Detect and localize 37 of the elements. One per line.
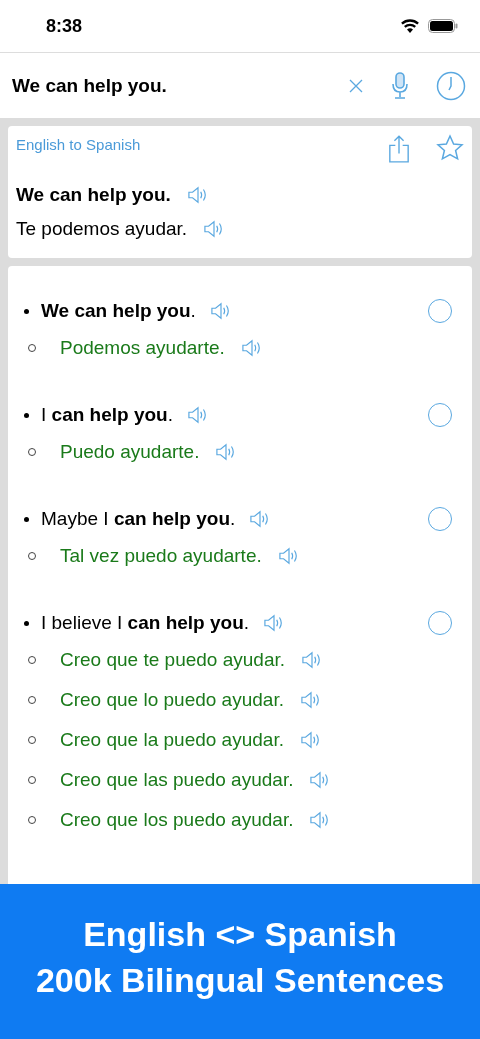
wifi-icon [400, 19, 420, 33]
spanish-sentence: Podemos ayudarte. [60, 337, 225, 359]
spanish-sentence: Tal vez puedo ayudarte. [60, 545, 262, 567]
speaker-icon[interactable] [187, 405, 209, 425]
bullet-icon [24, 516, 29, 522]
direction-label: English to Spanish [16, 136, 142, 153]
battery-icon [428, 19, 458, 33]
microphone-icon[interactable] [390, 70, 410, 101]
bullet-icon [24, 620, 29, 626]
spanish-sentence: Puedo ayudarte. [60, 441, 200, 463]
example-sentence: I believe I can help you. [41, 612, 250, 634]
example-sentence: We can help you. [41, 300, 196, 322]
bullet-icon [24, 308, 29, 314]
spanish-sentence: Creo que las puedo ayudar. [60, 769, 294, 791]
speaker-icon[interactable] [301, 650, 323, 670]
star-icon[interactable] [436, 134, 464, 162]
speaker-icon[interactable] [277, 546, 300, 566]
banner-text: 200k Bilingual Sentences [35, 959, 445, 1001]
clock-icon[interactable] [436, 70, 466, 101]
speaker-icon[interactable] [186, 185, 209, 205]
spanish-sentence: Creo que lo puedo ayudar. [60, 689, 284, 711]
spanish-sentence: Creo que te puedo ayudar. [60, 649, 285, 671]
example-sentence: I can help you. [41, 404, 173, 426]
share-icon[interactable] [388, 134, 410, 164]
source-sentence: We can help you. [16, 184, 171, 206]
speaker-icon[interactable] [209, 301, 232, 321]
close-icon[interactable] [348, 77, 364, 94]
speaker-icon[interactable] [299, 730, 322, 750]
status-time: 8:38 [46, 15, 84, 37]
speaker-icon[interactable] [299, 690, 322, 710]
spanish-sentence: Creo que los puedo ayudar. [60, 809, 294, 831]
speaker-icon[interactable] [240, 338, 263, 358]
example-sentence: Maybe I can help you. [41, 508, 236, 530]
spanish-sentence: Creo que la puedo ayudar. [60, 729, 284, 751]
banner-text: English <> Spanish [83, 913, 397, 955]
translated-sentence: Te podemos ayudar. [16, 218, 188, 240]
bullet-icon [24, 412, 29, 418]
